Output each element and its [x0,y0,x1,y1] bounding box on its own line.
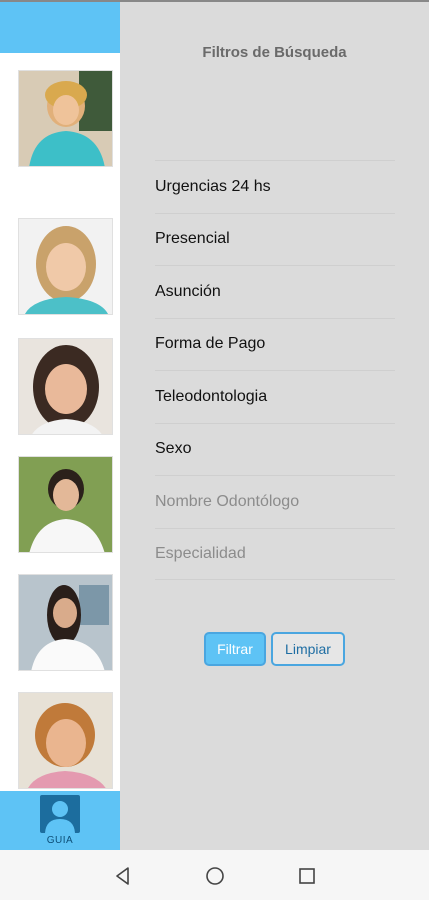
doctor-photo-3[interactable] [18,338,113,435]
guia-tab-label: GUIA [46,835,74,846]
recents-icon[interactable] [296,865,318,887]
drawer-title: Filtros de Búsqueda [202,44,347,61]
list-header-bar [0,0,120,53]
filter-urgencias[interactable]: Urgencias 24 hs [155,160,395,213]
doctor-photo-6[interactable] [18,692,113,789]
doctor-photo-2[interactable] [18,218,113,315]
clear-button[interactable]: Limpiar [271,632,345,666]
back-icon[interactable] [112,865,134,887]
guia-tab[interactable]: GUIA [0,791,120,850]
filter-teleodontologia[interactable]: Teleodontologia [155,370,395,423]
filter-especialidad[interactable]: Especialidad [155,527,395,580]
doctor-photo-4[interactable] [18,456,113,553]
filter-button[interactable]: Filtrar [204,632,266,666]
filter-nombre-odontologo[interactable]: Nombre Odontólogo [155,475,395,528]
doctor-photo-5[interactable] [18,574,113,671]
doctor-photo-1[interactable] [18,70,113,167]
filter-forma-de-pago[interactable]: Forma de Pago [155,317,395,371]
doctor-list-panel: GUIA [0,0,120,850]
filter-presencial[interactable]: Presencial [155,212,395,266]
system-navigation-bar [0,850,429,900]
home-icon[interactable] [204,865,226,887]
filter-ciudad[interactable]: Asunción [155,265,395,318]
search-filters-drawer: Filtros de Búsqueda Urgencias 24 hs Pres… [120,0,429,850]
filter-list: Urgencias 24 hs Presencial Asunción Form… [155,160,395,580]
person-icon [40,795,80,833]
filter-sexo[interactable]: Sexo [155,422,395,476]
app-screen: GUIA Filtros de Búsqueda Urgencias 24 hs… [0,0,429,900]
